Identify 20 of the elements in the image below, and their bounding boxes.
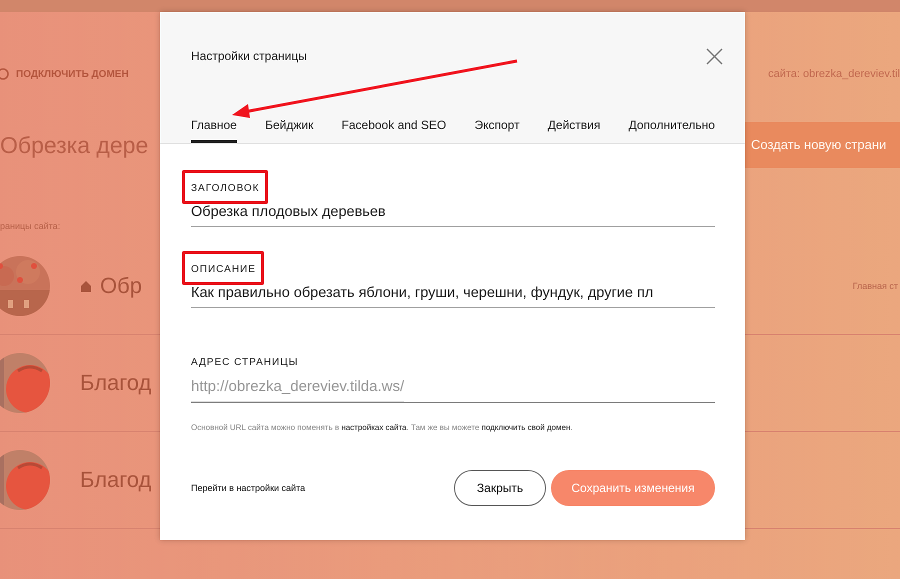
field-label: АДРЕС СТРАНИЦЫ: [191, 357, 298, 368]
dialog-title: Настройки страницы: [191, 49, 307, 63]
settings-link[interactable]: настройках сайта: [341, 423, 406, 432]
close-button[interactable]: [705, 46, 724, 66]
tab[interactable]: Facebook and SEO: [342, 114, 446, 143]
field-label: ОПИСАНИЕ: [191, 264, 256, 275]
field-label: ЗАГОЛОВОК: [191, 183, 260, 194]
home-page-label: Главная ст: [852, 281, 898, 291]
site-settings-link[interactable]: Перейти в настройки сайта: [191, 483, 306, 493]
tab[interactable]: Дополнительно: [628, 114, 715, 143]
tab[interactable]: Действия: [548, 114, 600, 143]
close-dialog-button[interactable]: Закрыть: [454, 470, 546, 506]
tab[interactable]: Бейджик: [265, 114, 314, 143]
close-icon: [706, 48, 723, 64]
settings-link[interactable]: подключить свой домен: [482, 423, 570, 432]
text-field[interactable]: Как правильно обрезать яблони, груши, черешни, фундук, другие пл: [191, 277, 715, 308]
text-field[interactable]: Обрезка плодовых деревьев: [191, 196, 715, 227]
hint-text: Основной URL сайта можно поменять в настройках сайта. Там же вы можете подключить свой домен.: [191, 423, 574, 432]
tab[interactable]: Экспорт: [474, 114, 520, 143]
site-address: сайта: obrezka_dereviev.til: [768, 68, 900, 80]
